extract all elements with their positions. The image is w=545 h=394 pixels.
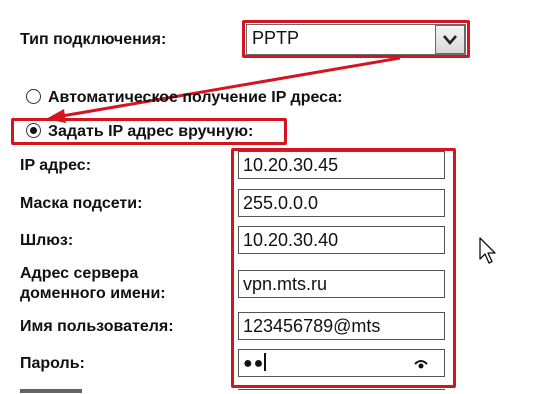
subnet-mask-label: Маска подсети: [20, 195, 143, 212]
subnet-mask-input[interactable]: 255.0.0.0 [238, 189, 445, 217]
ip-address-label: IP адрес: [20, 157, 92, 174]
radio-manual-ip-label: Задать IP адрес вручную: [48, 123, 254, 140]
text-caret [264, 353, 266, 371]
cropped-next-label [20, 386, 90, 393]
password-value: ●● [243, 355, 265, 372]
radio-auto-ip[interactable] [26, 89, 41, 104]
radio-auto-ip-label: Автоматическое получение IP дреса: [48, 89, 343, 106]
server-address-label-line2: доменного имени: [20, 285, 166, 302]
mouse-pointer-icon [479, 237, 496, 264]
server-address-label-line1: Адрес сервера [20, 265, 139, 282]
server-address-input[interactable]: vpn.mts.ru [238, 270, 445, 298]
radio-manual-ip[interactable] [26, 123, 41, 138]
ip-address-input[interactable]: 10.20.30.45 [238, 151, 445, 179]
gateway-label: Шлюз: [20, 232, 74, 249]
cropped-next-input [238, 389, 445, 394]
password-label: Пароль: [20, 355, 85, 372]
eye-icon[interactable] [413, 357, 429, 371]
username-label: Имя пользователя: [20, 318, 174, 335]
username-input[interactable]: 123456789@mts [238, 312, 445, 340]
gateway-input[interactable]: 10.20.30.40 [238, 226, 445, 254]
